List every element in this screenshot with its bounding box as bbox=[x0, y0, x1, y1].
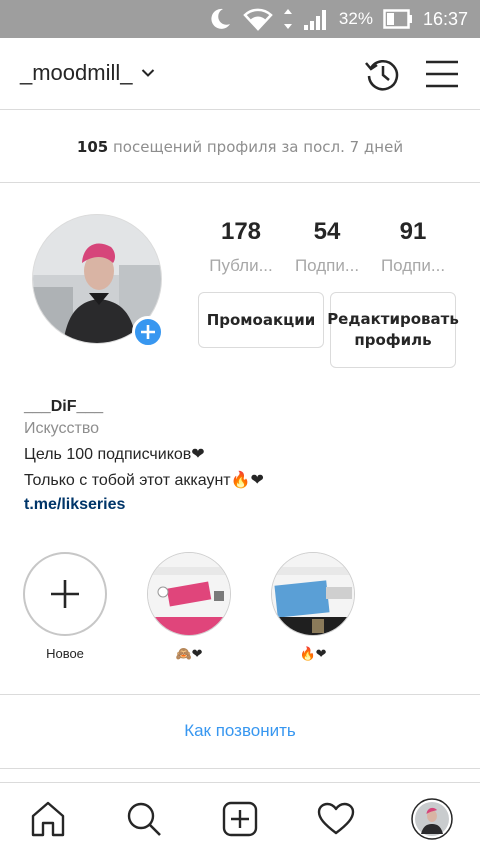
heart-icon bbox=[317, 802, 355, 835]
home-icon bbox=[31, 801, 65, 837]
following-count: 91 bbox=[399, 218, 427, 245]
battery-icon bbox=[383, 9, 412, 29]
nav-new-post[interactable] bbox=[220, 799, 260, 839]
visits-text: посещений профиля за посл. 7 дней bbox=[112, 138, 404, 156]
plus-icon bbox=[51, 580, 79, 608]
signal-icon bbox=[303, 10, 326, 30]
posts-label: Публи... bbox=[209, 256, 273, 275]
profile-avatar-icon bbox=[411, 798, 453, 840]
new-highlight-circle bbox=[23, 552, 107, 636]
history-icon bbox=[365, 60, 399, 91]
history-button[interactable] bbox=[362, 54, 402, 94]
status-bar: 32% 16:37 bbox=[0, 0, 480, 38]
account-switcher[interactable]: _moodmill_ bbox=[20, 60, 155, 86]
moon-icon bbox=[211, 8, 230, 29]
highlight-label: 🔥❤ bbox=[299, 646, 327, 661]
add-story-button[interactable] bbox=[132, 316, 164, 348]
arrows-icon bbox=[283, 9, 292, 29]
edit-profile-button[interactable]: Редактировать профиль bbox=[327, 292, 459, 368]
highlight-label: Новое bbox=[46, 646, 84, 661]
highlight-cover bbox=[271, 552, 355, 636]
nav-activity[interactable] bbox=[316, 799, 356, 839]
menu-icon bbox=[426, 60, 458, 88]
nav-home[interactable] bbox=[28, 799, 68, 839]
followers-count: 54 bbox=[313, 218, 341, 245]
bottom-navigation bbox=[0, 782, 480, 854]
posts-count: 178 bbox=[220, 218, 262, 245]
battery-percent: 32% bbox=[338, 9, 373, 28]
username-label: _moodmill_ bbox=[20, 60, 133, 85]
call-link[interactable]: Как позвонить bbox=[0, 696, 480, 768]
nav-profile[interactable] bbox=[411, 798, 453, 840]
plus-icon bbox=[141, 325, 155, 339]
highlight-cover bbox=[147, 552, 231, 636]
wifi-icon bbox=[243, 8, 273, 31]
highlight-item[interactable]: 🙈❤ bbox=[139, 552, 239, 662]
followers-label: Подпи... bbox=[294, 256, 360, 275]
highlight-label: 🙈❤ bbox=[175, 646, 203, 661]
divider bbox=[0, 768, 480, 769]
profile-avatar[interactable] bbox=[32, 214, 164, 348]
following-stat[interactable]: 91 Подпи... bbox=[370, 218, 456, 276]
bio-link[interactable]: t.me/likseries bbox=[24, 496, 464, 514]
highlight-new[interactable]: Новое bbox=[15, 552, 115, 661]
divider bbox=[0, 694, 480, 695]
promotions-button[interactable]: Промоакции bbox=[198, 292, 324, 348]
display-name: ___DiF___ bbox=[24, 398, 104, 415]
following-label: Подпи... bbox=[380, 256, 446, 275]
profile-header: _moodmill_ bbox=[0, 38, 480, 110]
followers-stat[interactable]: 54 Подпи... bbox=[284, 218, 370, 276]
bio-line-1: Цель 100 подписчиков❤ bbox=[24, 446, 205, 463]
nav-search[interactable] bbox=[124, 799, 164, 839]
chevron-down-icon bbox=[141, 69, 154, 77]
menu-button[interactable] bbox=[422, 54, 462, 94]
clock: 16:37 bbox=[422, 8, 468, 29]
highlight-item[interactable]: 🔥❤ bbox=[263, 552, 363, 662]
bio-line-2: Только с тобой этот аккаунт🔥❤ bbox=[24, 472, 264, 489]
category-label: Искусство bbox=[24, 420, 100, 437]
profile-bio: ___DiF___ Искусство Цель 100 подписчиков… bbox=[24, 398, 464, 514]
visits-count: 105 bbox=[76, 138, 109, 156]
add-post-icon bbox=[222, 801, 258, 837]
posts-stat[interactable]: 178 Публи... bbox=[198, 218, 284, 276]
profile-visits-banner[interactable]: 105 посещений профиля за посл. 7 дней bbox=[0, 111, 480, 183]
search-icon bbox=[127, 802, 161, 836]
